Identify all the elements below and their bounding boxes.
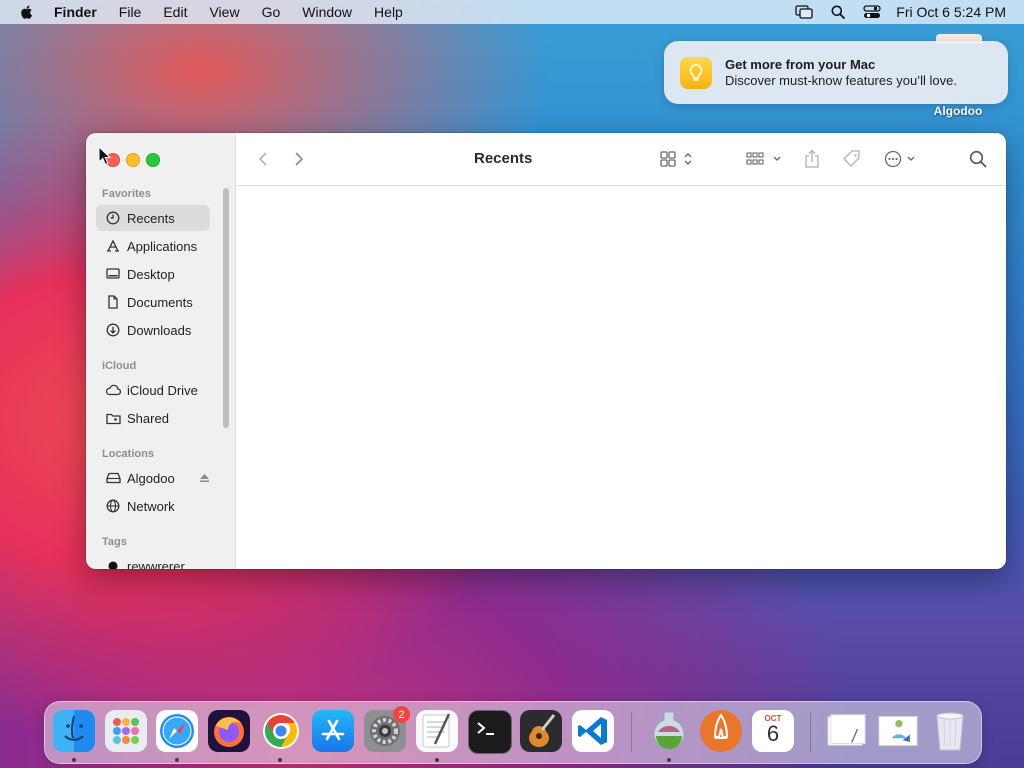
dock-documents-stack-icon[interactable]	[825, 710, 867, 752]
cloud-icon	[105, 382, 121, 398]
sidebar-item-recents[interactable]: Recents	[96, 205, 210, 231]
sidebar-item-label: Recents	[127, 210, 175, 226]
dock-calendar-icon[interactable]: OCT 6	[752, 710, 794, 752]
apple-menu-icon[interactable]	[19, 4, 35, 20]
more-actions-icon[interactable]	[884, 149, 920, 169]
dock-preview-icon[interactable]	[877, 710, 919, 752]
forward-chevron-icon[interactable]	[294, 149, 304, 169]
dock-terminal-icon[interactable]	[468, 710, 512, 754]
menu-window[interactable]: Window	[302, 4, 352, 20]
window-title: Recents	[474, 150, 533, 167]
clock-icon	[105, 210, 121, 226]
notification-title: Get more from your Mac	[725, 57, 876, 72]
calendar-day: 6	[766, 721, 780, 746]
sidebar-item-label: Algodoo	[127, 470, 175, 486]
menu-help[interactable]: Help	[374, 4, 403, 20]
sidebar-item-label: Applications	[127, 238, 198, 254]
zoom-button[interactable]	[146, 153, 160, 167]
dock-separator	[631, 712, 632, 752]
sidebar-item-network[interactable]: Network	[96, 493, 210, 519]
finder-sidebar: Favorites Recents Applications Desktop D…	[86, 133, 236, 569]
dock-algodoo-icon[interactable]	[648, 710, 690, 752]
sidebar-section-locations: Locations	[102, 448, 154, 460]
desktop-icon-label[interactable]: Algodoo	[926, 104, 990, 118]
notification-banner[interactable]: Get more from your Mac Discover must-kno…	[664, 41, 1008, 104]
share-icon[interactable]	[804, 149, 820, 169]
group-by-icon[interactable]	[746, 149, 784, 169]
sidebar-item-label: Desktop	[127, 266, 175, 282]
sidebar-item-applications[interactable]: Applications	[96, 233, 210, 259]
dock-separator	[810, 712, 811, 752]
finder-toolbar: Recents	[236, 133, 1006, 186]
sidebar-item-label: Documents	[127, 294, 193, 310]
sidebar-item-label: Network	[127, 498, 175, 514]
sidebar-section-tags: Tags	[102, 536, 127, 548]
document-icon	[105, 294, 121, 310]
sidebar-item-icloud-drive[interactable]: iCloud Drive	[96, 377, 210, 403]
dock-safari-icon[interactable]	[156, 710, 198, 752]
running-indicator	[72, 758, 76, 762]
sidebar-item-downloads[interactable]: Downloads	[96, 317, 210, 343]
menu-file[interactable]: File	[119, 4, 142, 20]
control-center-icon[interactable]	[862, 4, 882, 20]
sidebar-item-tag[interactable]: rewwrerer	[96, 553, 210, 569]
running-indicator	[175, 758, 179, 762]
running-indicator	[667, 758, 671, 762]
dock-vscode-icon[interactable]	[572, 710, 614, 752]
dock-firefox-icon[interactable]	[208, 710, 250, 752]
sidebar-item-shared[interactable]: Shared	[96, 405, 210, 431]
sidebar-item-algodoo[interactable]: Algodoo	[96, 465, 210, 491]
sidebar-section-icloud: iCloud	[102, 360, 137, 372]
dock-system-settings-icon[interactable]: 2	[364, 706, 410, 752]
search-icon[interactable]	[969, 149, 987, 169]
menu-bar-clock[interactable]: Fri Oct 6 5:24 PM	[896, 4, 1006, 20]
running-indicator	[278, 758, 282, 762]
dock-launchpad-icon[interactable]	[105, 710, 147, 752]
dock-trash-icon[interactable]	[929, 710, 971, 752]
minimize-button[interactable]	[126, 153, 140, 167]
sidebar-item-label: Shared	[127, 410, 169, 426]
download-icon	[105, 322, 121, 338]
menu-edit[interactable]: Edit	[163, 4, 187, 20]
tips-app-icon	[680, 57, 712, 89]
finder-window: Favorites Recents Applications Desktop D…	[86, 133, 1006, 569]
menu-app-name[interactable]: Finder	[54, 4, 97, 20]
view-mode-icon[interactable]	[660, 149, 700, 169]
notification-body: Discover must-know features you’ll love.	[725, 73, 957, 88]
sidebar-item-label: iCloud Drive	[127, 382, 198, 398]
dock-orange-app-icon[interactable]	[700, 710, 742, 752]
menu-view[interactable]: View	[209, 4, 239, 20]
dock-chrome-icon[interactable]	[260, 710, 302, 752]
applications-icon	[105, 238, 121, 254]
sidebar-item-label: Downloads	[127, 322, 192, 338]
globe-icon	[105, 498, 121, 514]
dock-garageband-icon[interactable]	[520, 710, 562, 752]
dock-app-store-icon[interactable]	[312, 710, 354, 752]
sidebar-item-label: rewwrerer	[127, 558, 185, 570]
dock: 2 OCT 6	[44, 701, 982, 764]
sidebar-item-documents[interactable]: Documents	[96, 289, 210, 315]
menu-go[interactable]: Go	[262, 4, 281, 20]
back-chevron-icon[interactable]	[258, 149, 268, 169]
tag-icon[interactable]	[842, 149, 862, 169]
tag-dot-icon	[105, 558, 121, 569]
mouse-cursor-icon	[98, 146, 112, 166]
sidebar-scrollbar[interactable]	[223, 188, 229, 428]
screen-mirroring-icon[interactable]	[794, 4, 814, 20]
sidebar-item-desktop[interactable]: Desktop	[96, 261, 210, 287]
disk-icon	[105, 470, 121, 486]
desktop-icon	[105, 266, 121, 282]
shared-folder-icon	[105, 410, 121, 426]
dock-textedit-icon[interactable]	[416, 710, 458, 752]
spotlight-search-icon[interactable]	[828, 4, 848, 20]
sidebar-section-favorites: Favorites	[102, 188, 151, 200]
notification-badge: 2	[393, 706, 410, 723]
eject-icon[interactable]	[199, 471, 210, 486]
dock-finder-icon[interactable]	[53, 710, 95, 752]
file-browser-area[interactable]	[236, 186, 1006, 569]
running-indicator	[435, 758, 439, 762]
menu-bar: Finder File Edit View Go Window Help Fri…	[0, 0, 1024, 24]
